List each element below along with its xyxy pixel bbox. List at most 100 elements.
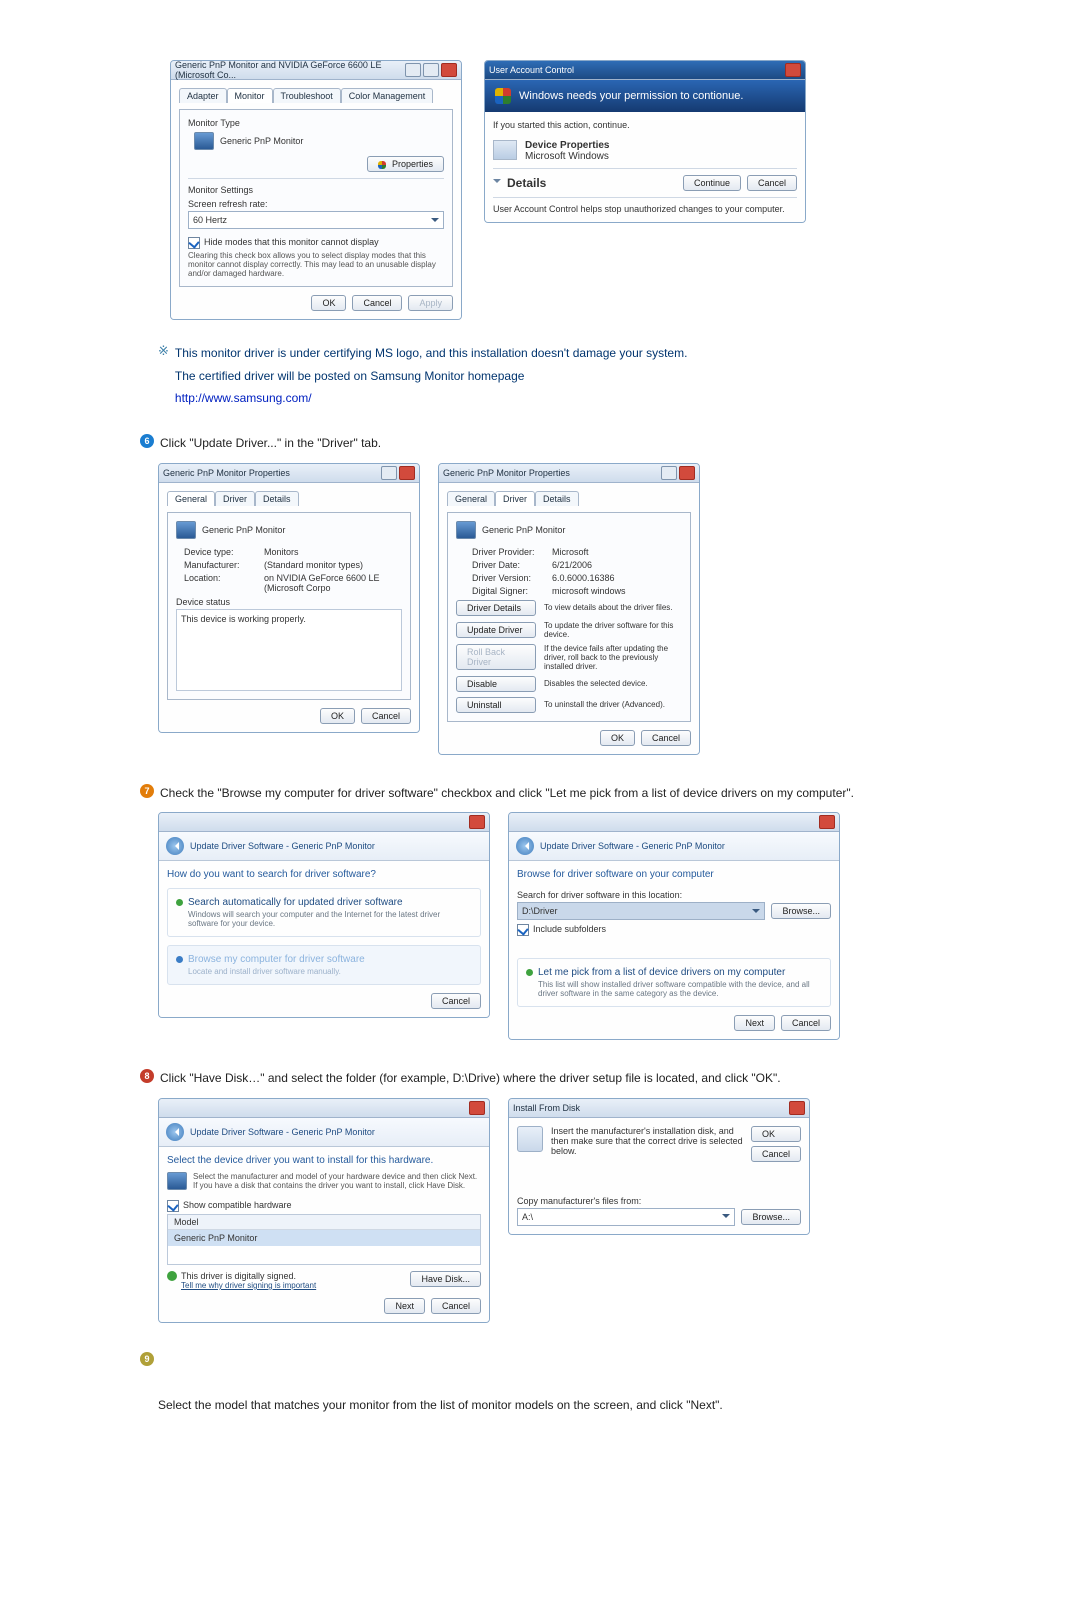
next-button[interactable]: Next: [384, 1298, 425, 1314]
close-icon[interactable]: [819, 815, 835, 829]
maximize-icon[interactable]: [423, 63, 439, 77]
update-driver-wizard-search: Update Driver Software - Generic PnP Mon…: [158, 812, 490, 1018]
monitor-icon: [176, 521, 196, 539]
location-label: Search for driver software in this locat…: [517, 890, 831, 900]
tab-driver[interactable]: Driver: [495, 491, 535, 506]
hide-modes-description: Clearing this check box allows you to se…: [188, 251, 444, 278]
have-disk-button[interactable]: Have Disk...: [410, 1271, 481, 1287]
step-6-text: Click "Update Driver..." in the "Driver"…: [160, 434, 381, 453]
step-9-icon: 9: [140, 1352, 154, 1366]
monitor-icon: [167, 1172, 187, 1190]
tab-color-management[interactable]: Color Management: [341, 88, 434, 103]
uac-title: User Account Control: [489, 65, 574, 75]
tab-general[interactable]: General: [447, 491, 495, 506]
install-from-disk-dialog: Install From Disk Insert the manufacture…: [508, 1098, 810, 1235]
device-properties-driver: Generic PnP Monitor Properties General D…: [438, 463, 700, 755]
tab-general[interactable]: General: [167, 491, 215, 506]
cancel-button[interactable]: Cancel: [781, 1015, 831, 1031]
note-line1: This monitor driver is under certifying …: [175, 344, 688, 363]
opt-browse-computer[interactable]: Browse my computer for driver software L…: [167, 945, 481, 985]
note-icon: ※: [158, 344, 169, 358]
note-line2: The certified driver will be posted on S…: [175, 367, 688, 386]
tab-adapter[interactable]: Adapter: [179, 88, 227, 103]
cancel-button[interactable]: Cancel: [751, 1146, 801, 1162]
help-icon[interactable]: [381, 466, 397, 480]
hide-modes-checkbox[interactable]: [188, 237, 200, 249]
help-icon[interactable]: [661, 466, 677, 480]
close-icon[interactable]: [469, 815, 485, 829]
shield-icon: [378, 161, 386, 169]
driver-details-button[interactable]: Driver Details: [456, 600, 536, 616]
why-signing-link[interactable]: Tell me why driver signing is important: [181, 1281, 316, 1290]
device-status-label: Device status: [176, 597, 402, 607]
location-input[interactable]: D:\Driver: [517, 902, 765, 920]
back-icon[interactable]: [516, 837, 534, 855]
ok-button[interactable]: OK: [320, 708, 355, 724]
wizard-hint: Select the manufacturer and model of you…: [193, 1172, 481, 1190]
cancel-button[interactable]: Cancel: [641, 730, 691, 746]
hide-modes-label: Hide modes that this monitor cannot disp…: [204, 237, 379, 247]
refresh-rate-select[interactable]: 60 Hertz: [188, 211, 444, 229]
tab-driver[interactable]: Driver: [215, 491, 255, 506]
rollback-driver-button[interactable]: Roll Back Driver: [456, 644, 536, 670]
copy-from-input[interactable]: A:\: [517, 1208, 735, 1226]
browse-button[interactable]: Browse...: [771, 903, 831, 919]
back-icon[interactable]: [166, 837, 184, 855]
tab-details[interactable]: Details: [255, 491, 299, 506]
signed-icon: [167, 1271, 177, 1281]
show-compatible-checkbox[interactable]: [167, 1200, 179, 1212]
tab-details[interactable]: Details: [535, 491, 579, 506]
cancel-button[interactable]: Cancel: [352, 295, 402, 311]
device-status-box: This device is working properly.: [176, 609, 402, 691]
note-link[interactable]: http://www.samsung.com/: [175, 391, 688, 405]
close-icon[interactable]: [679, 466, 695, 480]
minimize-icon[interactable]: [405, 63, 421, 77]
properties-button[interactable]: Properties: [367, 156, 444, 172]
uac-dialog: User Account Control Windows needs your …: [484, 60, 806, 223]
monitor-icon: [456, 521, 476, 539]
close-icon[interactable]: [785, 63, 801, 77]
continue-button[interactable]: Continue: [683, 175, 741, 191]
uac-headline: Windows needs your permission to contion…: [519, 90, 743, 102]
arrow-icon: [176, 899, 183, 906]
ok-button[interactable]: OK: [751, 1126, 801, 1142]
chevron-down-icon: [722, 1214, 730, 1222]
next-button[interactable]: Next: [734, 1015, 775, 1031]
disable-button[interactable]: Disable: [456, 676, 536, 692]
chevron-down-icon: [431, 218, 439, 226]
cancel-button[interactable]: Cancel: [747, 175, 797, 191]
ok-button[interactable]: OK: [600, 730, 635, 746]
ifd-message: Insert the manufacturer's installation d…: [551, 1126, 743, 1162]
apply-button[interactable]: Apply: [408, 295, 453, 311]
model-row[interactable]: Generic PnP Monitor: [168, 1230, 480, 1246]
uac-prop-name: Device Properties: [525, 140, 610, 151]
arrow-icon: [176, 956, 183, 963]
update-driver-button[interactable]: Update Driver: [456, 622, 536, 638]
wizard-question: How do you want to search for driver sof…: [167, 869, 481, 880]
browse-button[interactable]: Browse...: [741, 1209, 801, 1225]
chevron-down-icon[interactable]: [493, 179, 501, 187]
back-icon[interactable]: [166, 1123, 184, 1141]
model-header: Model: [168, 1215, 480, 1230]
opt-search-auto[interactable]: Search automatically for updated driver …: [167, 888, 481, 937]
ok-button[interactable]: OK: [311, 295, 346, 311]
close-icon[interactable]: [441, 63, 457, 77]
tab-troubleshoot[interactable]: Troubleshoot: [273, 88, 341, 103]
uninstall-button[interactable]: Uninstall: [456, 697, 536, 713]
include-subfolders-checkbox[interactable]: [517, 924, 529, 936]
uac-details-toggle[interactable]: Details: [507, 176, 546, 190]
step-9-text: Select the model that matches your monit…: [158, 1396, 960, 1415]
close-icon[interactable]: [399, 466, 415, 480]
uac-footer: User Account Control helps stop unauthor…: [493, 204, 797, 214]
opt-pick-from-list[interactable]: Let me pick from a list of device driver…: [517, 958, 831, 1007]
cancel-button[interactable]: Cancel: [431, 993, 481, 1009]
cancel-button[interactable]: Cancel: [361, 708, 411, 724]
close-icon[interactable]: [789, 1101, 805, 1115]
step-6-icon: 6: [140, 434, 154, 448]
chevron-down-icon: [752, 909, 760, 917]
monitor-properties-dialog: Generic PnP Monitor and NVIDIA GeForce 6…: [170, 60, 462, 320]
cancel-button[interactable]: Cancel: [431, 1298, 481, 1314]
step-8-text: Click "Have Disk…" and select the folder…: [160, 1069, 781, 1088]
close-icon[interactable]: [469, 1101, 485, 1115]
tab-monitor[interactable]: Monitor: [227, 88, 273, 103]
